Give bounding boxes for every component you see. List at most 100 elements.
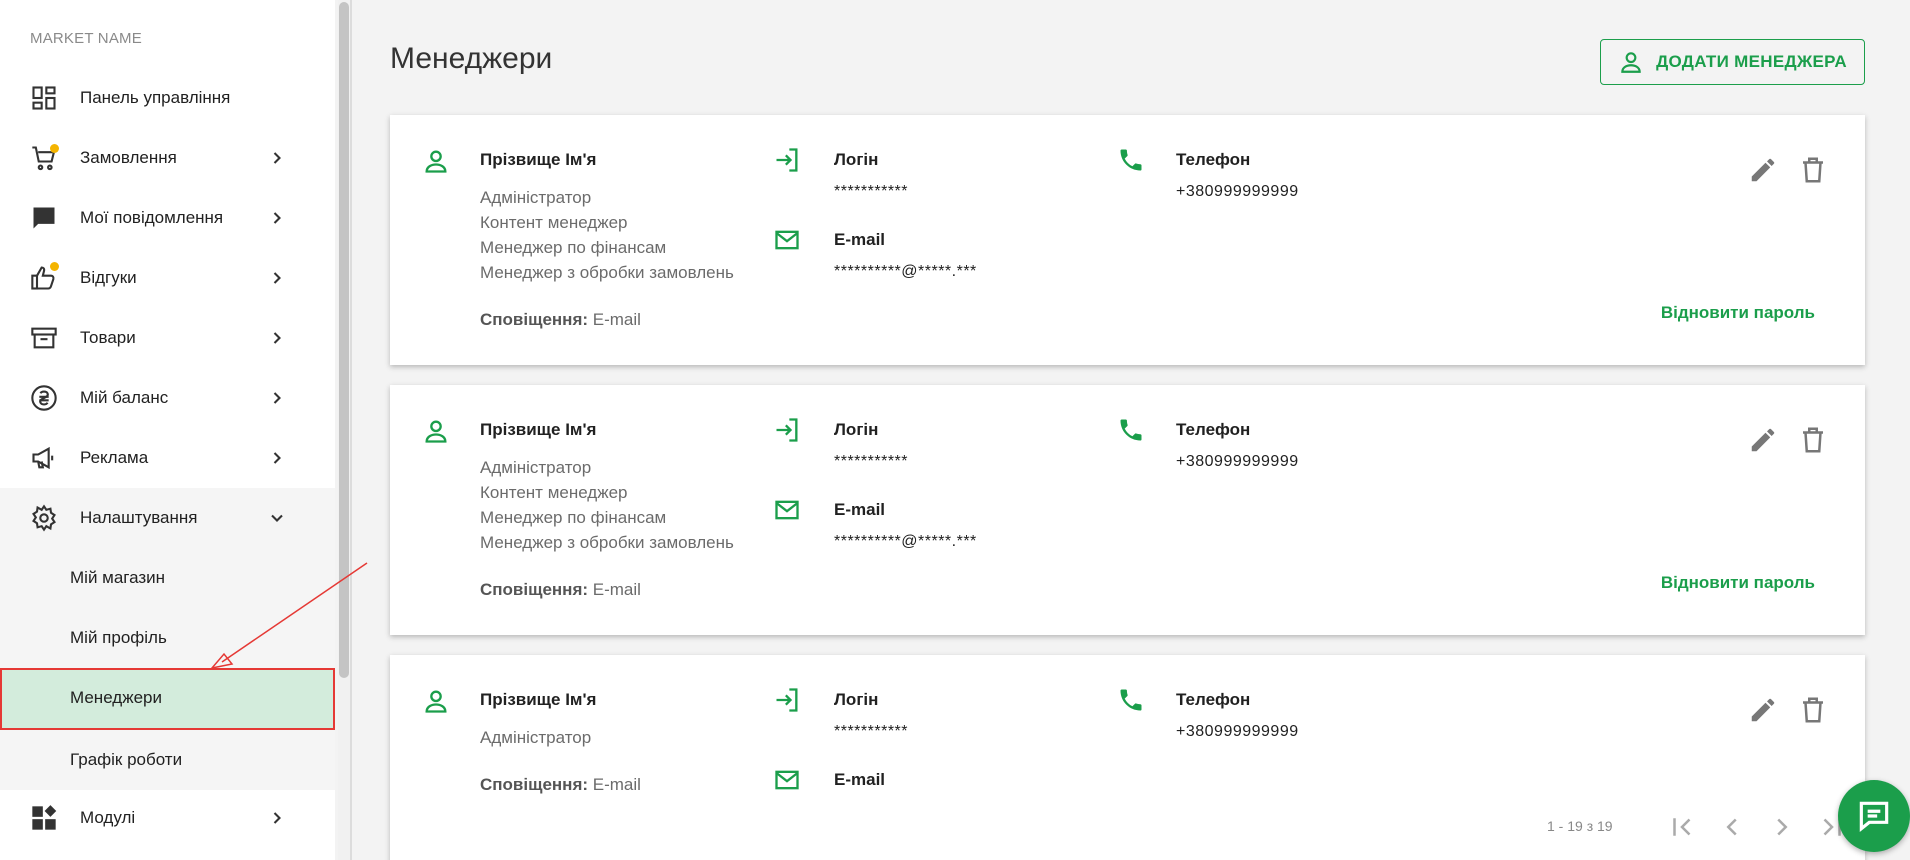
- sidebar-item-settings[interactable]: Налаштування: [0, 488, 335, 548]
- sidebar-item-label: Панель управління: [80, 88, 231, 107]
- sidebar-scrollbar-thumb[interactable]: [339, 2, 349, 678]
- chevron-right-icon: [273, 452, 281, 464]
- phone-value: +380999999999: [1176, 183, 1299, 200]
- email-label: E-mail: [834, 770, 886, 789]
- sidebar-item-label: Мій баланс: [80, 388, 169, 407]
- chevron-right-icon: [273, 392, 281, 404]
- notifications-label: Сповіщення:: [480, 775, 589, 794]
- phone-value: +380999999999: [1176, 453, 1299, 470]
- login-icon: [776, 148, 798, 172]
- phone-label: Телефон: [1176, 420, 1251, 439]
- login-value: ***********: [834, 723, 908, 740]
- reset-password-link[interactable]: Відновити пароль: [1661, 573, 1815, 593]
- phone-icon: [1120, 419, 1142, 441]
- add-manager-label: ДОДАТИ МЕНЕДЖЕРА: [1656, 52, 1847, 71]
- manager-role: Менеджер по фінансам: [480, 238, 667, 257]
- sidebar-subitem-my-profile[interactable]: Мій профіль: [0, 608, 335, 668]
- manager-card: Прізвище Ім'я Адміністратор Контент мене…: [390, 115, 1865, 365]
- sidebar-subitem-label: Мій профіль: [70, 628, 167, 647]
- login-icon: [776, 418, 798, 442]
- chevron-right-icon: [273, 272, 281, 284]
- notifications-value: E-mail: [592, 775, 641, 794]
- notifications-value: E-mail: [592, 310, 641, 329]
- sidebar: MARKET NAME Панель управління Замовлення…: [0, 0, 335, 860]
- phone-label: Телефон: [1176, 690, 1251, 709]
- manager-name: Прізвище Ім'я: [480, 690, 597, 709]
- mail-icon: [775, 500, 799, 520]
- sidebar-item-ads[interactable]: Реклама: [0, 428, 335, 488]
- sidebar-subitem-label: Менеджери: [70, 688, 162, 707]
- sidebar-item-dashboard[interactable]: Панель управління: [0, 68, 335, 128]
- manager-role: Адміністратор: [480, 188, 592, 207]
- chat-icon: [1859, 801, 1889, 832]
- delete-icon[interactable]: [1798, 425, 1828, 455]
- email-label: E-mail: [834, 230, 886, 249]
- manager-role: Адміністратор: [480, 458, 592, 477]
- widgets-icon: [32, 805, 57, 830]
- phone-icon: [1120, 149, 1142, 171]
- sidebar-item-label: Мої повідомлення: [80, 208, 224, 227]
- delete-icon[interactable]: [1798, 695, 1828, 725]
- login-label: Логін: [834, 150, 879, 169]
- dashboard-icon: [32, 86, 56, 110]
- login-label: Логін: [834, 420, 879, 439]
- sidebar-item-label: Реклама: [80, 448, 149, 467]
- manager-role: Менеджер з обробки замовлень: [480, 263, 734, 282]
- megaphone-icon: [32, 446, 54, 470]
- phone-value: +380999999999: [1176, 723, 1299, 740]
- sidebar-item-label: Налаштування: [80, 508, 198, 527]
- mail-icon: [775, 770, 799, 790]
- manager-card: Прізвище Ім'я Адміністратор Контент мене…: [390, 385, 1865, 635]
- balance-icon: [31, 385, 57, 411]
- sidebar-item-label: Відгуки: [80, 268, 137, 287]
- edit-icon[interactable]: [1748, 155, 1778, 185]
- notifications-label: Сповіщення:: [480, 580, 589, 599]
- sidebar-item-balance[interactable]: Мій баланс: [0, 368, 335, 428]
- chat-support-button[interactable]: [1838, 780, 1910, 852]
- sidebar-item-label: Товари: [80, 328, 136, 347]
- chevron-right-icon: [273, 812, 281, 824]
- manager-role: Менеджер по фінансам: [480, 508, 667, 527]
- add-manager-button[interactable]: ДОДАТИ МЕНЕДЖЕРА: [1600, 39, 1865, 85]
- login-value: ***********: [834, 183, 908, 200]
- chevron-down-icon: [271, 514, 283, 522]
- sidebar-item-messages[interactable]: Мої повідомлення: [0, 188, 335, 248]
- sidebar-subitem-schedule[interactable]: Графік роботи: [0, 730, 335, 790]
- first-page-icon[interactable]: [1667, 812, 1697, 842]
- notifications-value: E-mail: [592, 580, 641, 599]
- sidebar-item-label: Замовлення: [80, 148, 177, 167]
- manager-notifications: Сповіщення: E-mail: [480, 775, 641, 795]
- page-title: Менеджери: [390, 42, 553, 75]
- prev-page-icon[interactable]: [1717, 812, 1747, 842]
- sidebar-subitem-label: Мій магазин: [70, 568, 166, 587]
- email-value: **********@*****.***: [834, 263, 977, 280]
- market-name: MARKET NAME: [30, 30, 142, 47]
- sidebar-subitem-managers[interactable]: Менеджери: [0, 668, 335, 730]
- reset-password-link[interactable]: Відновити пароль: [1661, 303, 1815, 323]
- sidebar-item-modules[interactable]: Модулі: [0, 788, 335, 848]
- message-icon: [33, 207, 55, 229]
- notification-badge: [50, 144, 59, 153]
- delete-icon[interactable]: [1798, 155, 1828, 185]
- sidebar-item-reviews[interactable]: Відгуки: [0, 248, 335, 308]
- sidebar-item-products[interactable]: Товари: [0, 308, 335, 368]
- mail-icon: [775, 230, 799, 250]
- manager-notifications: Сповіщення: E-mail: [480, 580, 641, 600]
- gear-icon: [32, 504, 56, 532]
- sidebar-item-orders[interactable]: Замовлення: [0, 128, 335, 188]
- main-content: Менеджери ДОДАТИ МЕНЕДЖЕРА Прізвище Ім'я…: [352, 0, 1910, 860]
- manager-role: Адміністратор: [480, 728, 592, 747]
- manager-notifications: Сповіщення: E-mail: [480, 310, 641, 330]
- phone-icon: [1120, 689, 1142, 711]
- sidebar-item-label: Модулі: [80, 808, 136, 827]
- manager-role: Контент менеджер: [480, 483, 628, 502]
- person-icon: [425, 690, 447, 713]
- sidebar-subitem-my-store[interactable]: Мій магазин: [0, 548, 335, 608]
- manager-name: Прізвище Ім'я: [480, 420, 597, 439]
- edit-icon[interactable]: [1748, 425, 1778, 455]
- chevron-right-icon: [273, 152, 281, 164]
- next-page-icon[interactable]: [1767, 812, 1797, 842]
- edit-icon[interactable]: [1748, 695, 1778, 725]
- login-label: Логін: [834, 690, 879, 709]
- person-icon: [425, 420, 447, 443]
